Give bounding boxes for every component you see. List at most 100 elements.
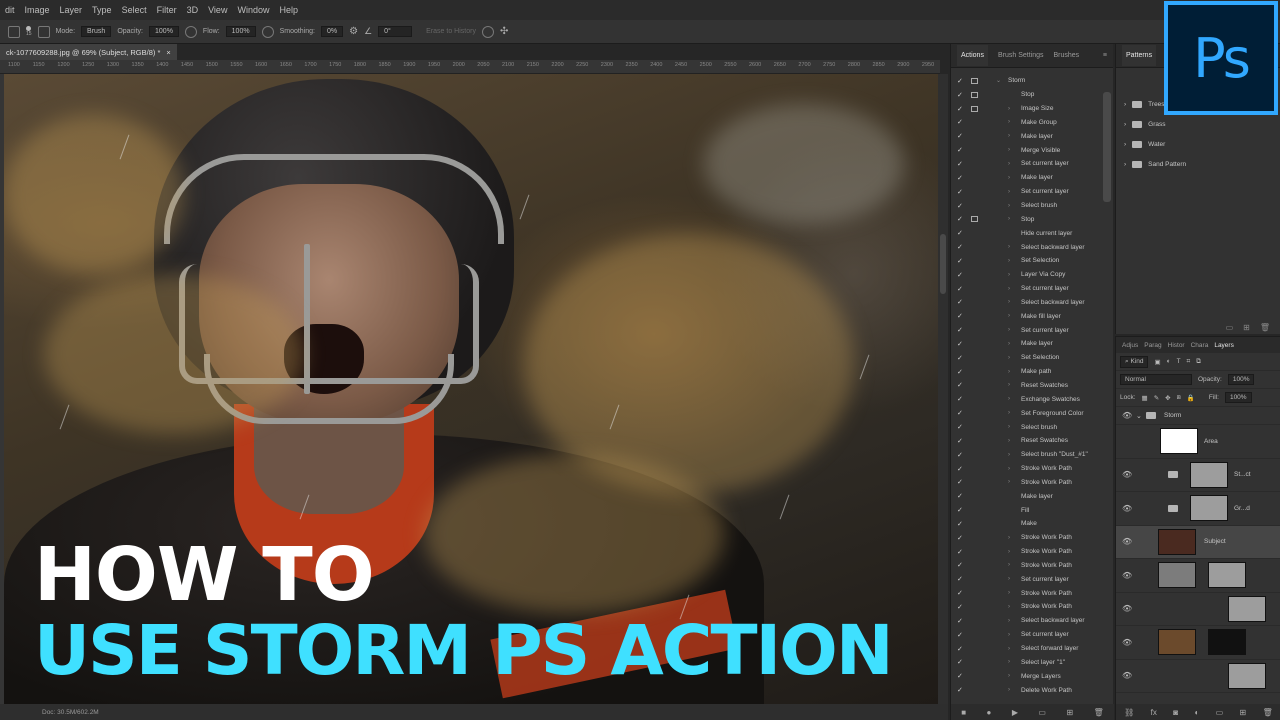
tab-adjustments[interactable]: Adjus xyxy=(1122,342,1138,349)
toggle-check-icon[interactable]: ✓ xyxy=(957,285,965,293)
chevron-right-icon[interactable]: › xyxy=(1008,355,1010,361)
action-step-row[interactable]: ✓ Hide current layer xyxy=(951,226,1101,240)
panel-menu-icon[interactable]: ≡ xyxy=(1103,52,1107,59)
document-tab[interactable]: ck-1077609288.jpg @ 69% (Subject, RGB/8)… xyxy=(0,44,177,60)
brush-panel-toggle-icon[interactable] xyxy=(37,25,50,38)
layer-fill-input[interactable]: 100% xyxy=(1224,392,1252,403)
toggle-check-icon[interactable]: ✓ xyxy=(957,561,965,569)
new-action-icon[interactable]: ⊞ xyxy=(1066,708,1073,717)
toggle-check-icon[interactable]: ✓ xyxy=(957,77,965,85)
action-step-row[interactable]: ✓ Make xyxy=(951,517,1101,531)
toggle-check-icon[interactable]: ✓ xyxy=(957,617,965,625)
chevron-right-icon[interactable]: › xyxy=(1008,646,1010,652)
action-step-row[interactable]: ✓ › Stroke Work Path xyxy=(951,586,1101,600)
action-step-row[interactable]: ✓ › Select backward layer xyxy=(951,240,1101,254)
chevron-right-icon[interactable]: › xyxy=(1124,101,1126,108)
toggle-check-icon[interactable]: ✓ xyxy=(957,478,965,486)
trash-icon[interactable]: 🗑 xyxy=(1260,323,1270,332)
dialog-toggle-icon[interactable] xyxy=(971,216,978,223)
menu-filter[interactable]: Filter xyxy=(152,5,182,15)
action-step-row[interactable]: ✓ › Set current layer xyxy=(951,185,1101,199)
mode-select[interactable]: Brush xyxy=(81,26,112,37)
toggle-check-icon[interactable]: ✓ xyxy=(957,548,965,556)
close-tab-icon[interactable]: × xyxy=(166,48,170,57)
chevron-right-icon[interactable]: › xyxy=(1124,161,1126,168)
chevron-right-icon[interactable]: › xyxy=(1008,549,1010,555)
stop-icon[interactable]: ■ xyxy=(961,708,966,717)
tab-patterns[interactable]: Patterns xyxy=(1122,45,1157,66)
toggle-check-icon[interactable]: ✓ xyxy=(957,672,965,680)
chevron-right-icon[interactable]: › xyxy=(1008,535,1010,541)
chevron-right-icon[interactable]: › xyxy=(1124,141,1126,148)
eye-icon[interactable]: 👁 xyxy=(1122,411,1132,420)
chevron-right-icon[interactable]: › xyxy=(1008,203,1010,209)
action-step-row[interactable]: ✓ › Select backward layer xyxy=(951,614,1101,628)
lock-pixels-icon[interactable]: ✎ xyxy=(1154,394,1159,402)
play-icon[interactable]: ▶ xyxy=(1012,708,1018,717)
toggle-check-icon[interactable]: ✓ xyxy=(957,229,965,237)
menu-window[interactable]: Window xyxy=(232,5,274,15)
layer-row[interactable]: 👁 xyxy=(1116,660,1280,693)
action-step-row[interactable]: ✓ › Stroke Work Path xyxy=(951,531,1101,545)
action-step-row[interactable]: ✓ › Stroke Work Path xyxy=(951,475,1101,489)
action-step-row[interactable]: ✓ Make layer xyxy=(951,489,1101,503)
document-size-status[interactable]: Doc: 30.5M/602.2M xyxy=(42,709,99,716)
action-step-row[interactable]: ✓ › Make layer xyxy=(951,337,1101,351)
eye-icon[interactable]: 👁 xyxy=(1122,470,1132,479)
tab-brushes[interactable]: Brushes xyxy=(1054,52,1080,59)
toggle-check-icon[interactable]: ✓ xyxy=(957,312,965,320)
toggle-check-icon[interactable]: ✓ xyxy=(957,658,965,666)
layer-row-selected[interactable]: 👁 Subject xyxy=(1116,525,1280,559)
layer-row[interactable]: 👁 xyxy=(1116,559,1280,593)
action-step-row[interactable]: ✓ › Make layer xyxy=(951,129,1101,143)
flow-input[interactable]: 100% xyxy=(225,26,256,37)
chevron-right-icon[interactable]: › xyxy=(1008,341,1010,347)
layer-group-row[interactable]: 👁 ⌄ Storm xyxy=(1116,407,1280,425)
tab-paragraph[interactable]: Parag xyxy=(1144,342,1161,349)
layer-row[interactable]: Area xyxy=(1116,425,1280,459)
chevron-right-icon[interactable]: › xyxy=(1008,590,1010,596)
action-step-row[interactable]: ✓ › Select layer "1" xyxy=(951,655,1101,669)
menu-type[interactable]: Type xyxy=(87,5,117,15)
adjustment-layer-icon[interactable]: ◐ xyxy=(1194,708,1199,717)
menu-help[interactable]: Help xyxy=(274,5,303,15)
action-step-row[interactable]: ✓ › Make layer xyxy=(951,171,1101,185)
layer-kind-filter[interactable]: ⌕ Kind xyxy=(1120,355,1149,368)
action-step-row[interactable]: ✓ › Set Selection xyxy=(951,254,1101,268)
chevron-right-icon[interactable]: › xyxy=(1008,189,1010,195)
toggle-check-icon[interactable]: ✓ xyxy=(957,492,965,500)
dialog-toggle-icon[interactable] xyxy=(971,105,978,112)
fx-icon[interactable]: fx xyxy=(1151,708,1157,717)
action-step-row[interactable]: ✓ › Set current layer xyxy=(951,628,1101,642)
toggle-check-icon[interactable]: ✓ xyxy=(957,91,965,99)
toggle-check-icon[interactable]: ✓ xyxy=(957,326,965,334)
brush-size-preview[interactable]: 15 xyxy=(26,26,32,37)
chevron-right-icon[interactable]: › xyxy=(1008,133,1010,139)
dialog-toggle-icon[interactable] xyxy=(971,91,978,98)
layer-row[interactable]: 👁 St...ct xyxy=(1116,459,1280,492)
chevron-right-icon[interactable]: › xyxy=(1008,106,1010,112)
action-step-row[interactable]: ✓ › Select brush xyxy=(951,199,1101,213)
toggle-check-icon[interactable]: ✓ xyxy=(957,395,965,403)
toggle-check-icon[interactable]: ✓ xyxy=(957,188,965,196)
dialog-toggle-icon[interactable] xyxy=(971,77,978,84)
chevron-right-icon[interactable]: › xyxy=(1124,121,1126,128)
action-step-row[interactable]: ✓ › Image Size xyxy=(951,102,1101,116)
action-step-row[interactable]: ✓ › Select backward layer xyxy=(951,296,1101,310)
actions-scrollbar-thumb[interactable] xyxy=(1103,92,1111,202)
brush-tool-icon[interactable] xyxy=(8,25,20,38)
toggle-check-icon[interactable]: ✓ xyxy=(957,381,965,389)
link-layers-icon[interactable]: ⛓ xyxy=(1124,708,1134,717)
action-step-row[interactable]: ✓ › Exchange Swatches xyxy=(951,392,1101,406)
new-group-icon[interactable]: ▭ xyxy=(1216,708,1224,717)
action-step-row[interactable]: ✓ › Select brush "Dust_#1" xyxy=(951,448,1101,462)
chevron-right-icon[interactable]: › xyxy=(1008,272,1010,278)
chevron-right-icon[interactable]: › xyxy=(1008,327,1010,333)
chevron-right-icon[interactable]: › xyxy=(1008,466,1010,472)
tab-actions[interactable]: Actions xyxy=(957,45,988,66)
toggle-check-icon[interactable]: ✓ xyxy=(957,271,965,279)
toggle-check-icon[interactable]: ✓ xyxy=(957,174,965,182)
action-step-row[interactable]: ✓ › Set current layer xyxy=(951,572,1101,586)
eye-icon[interactable]: 👁 xyxy=(1122,604,1132,613)
chevron-right-icon[interactable]: › xyxy=(1008,452,1010,458)
